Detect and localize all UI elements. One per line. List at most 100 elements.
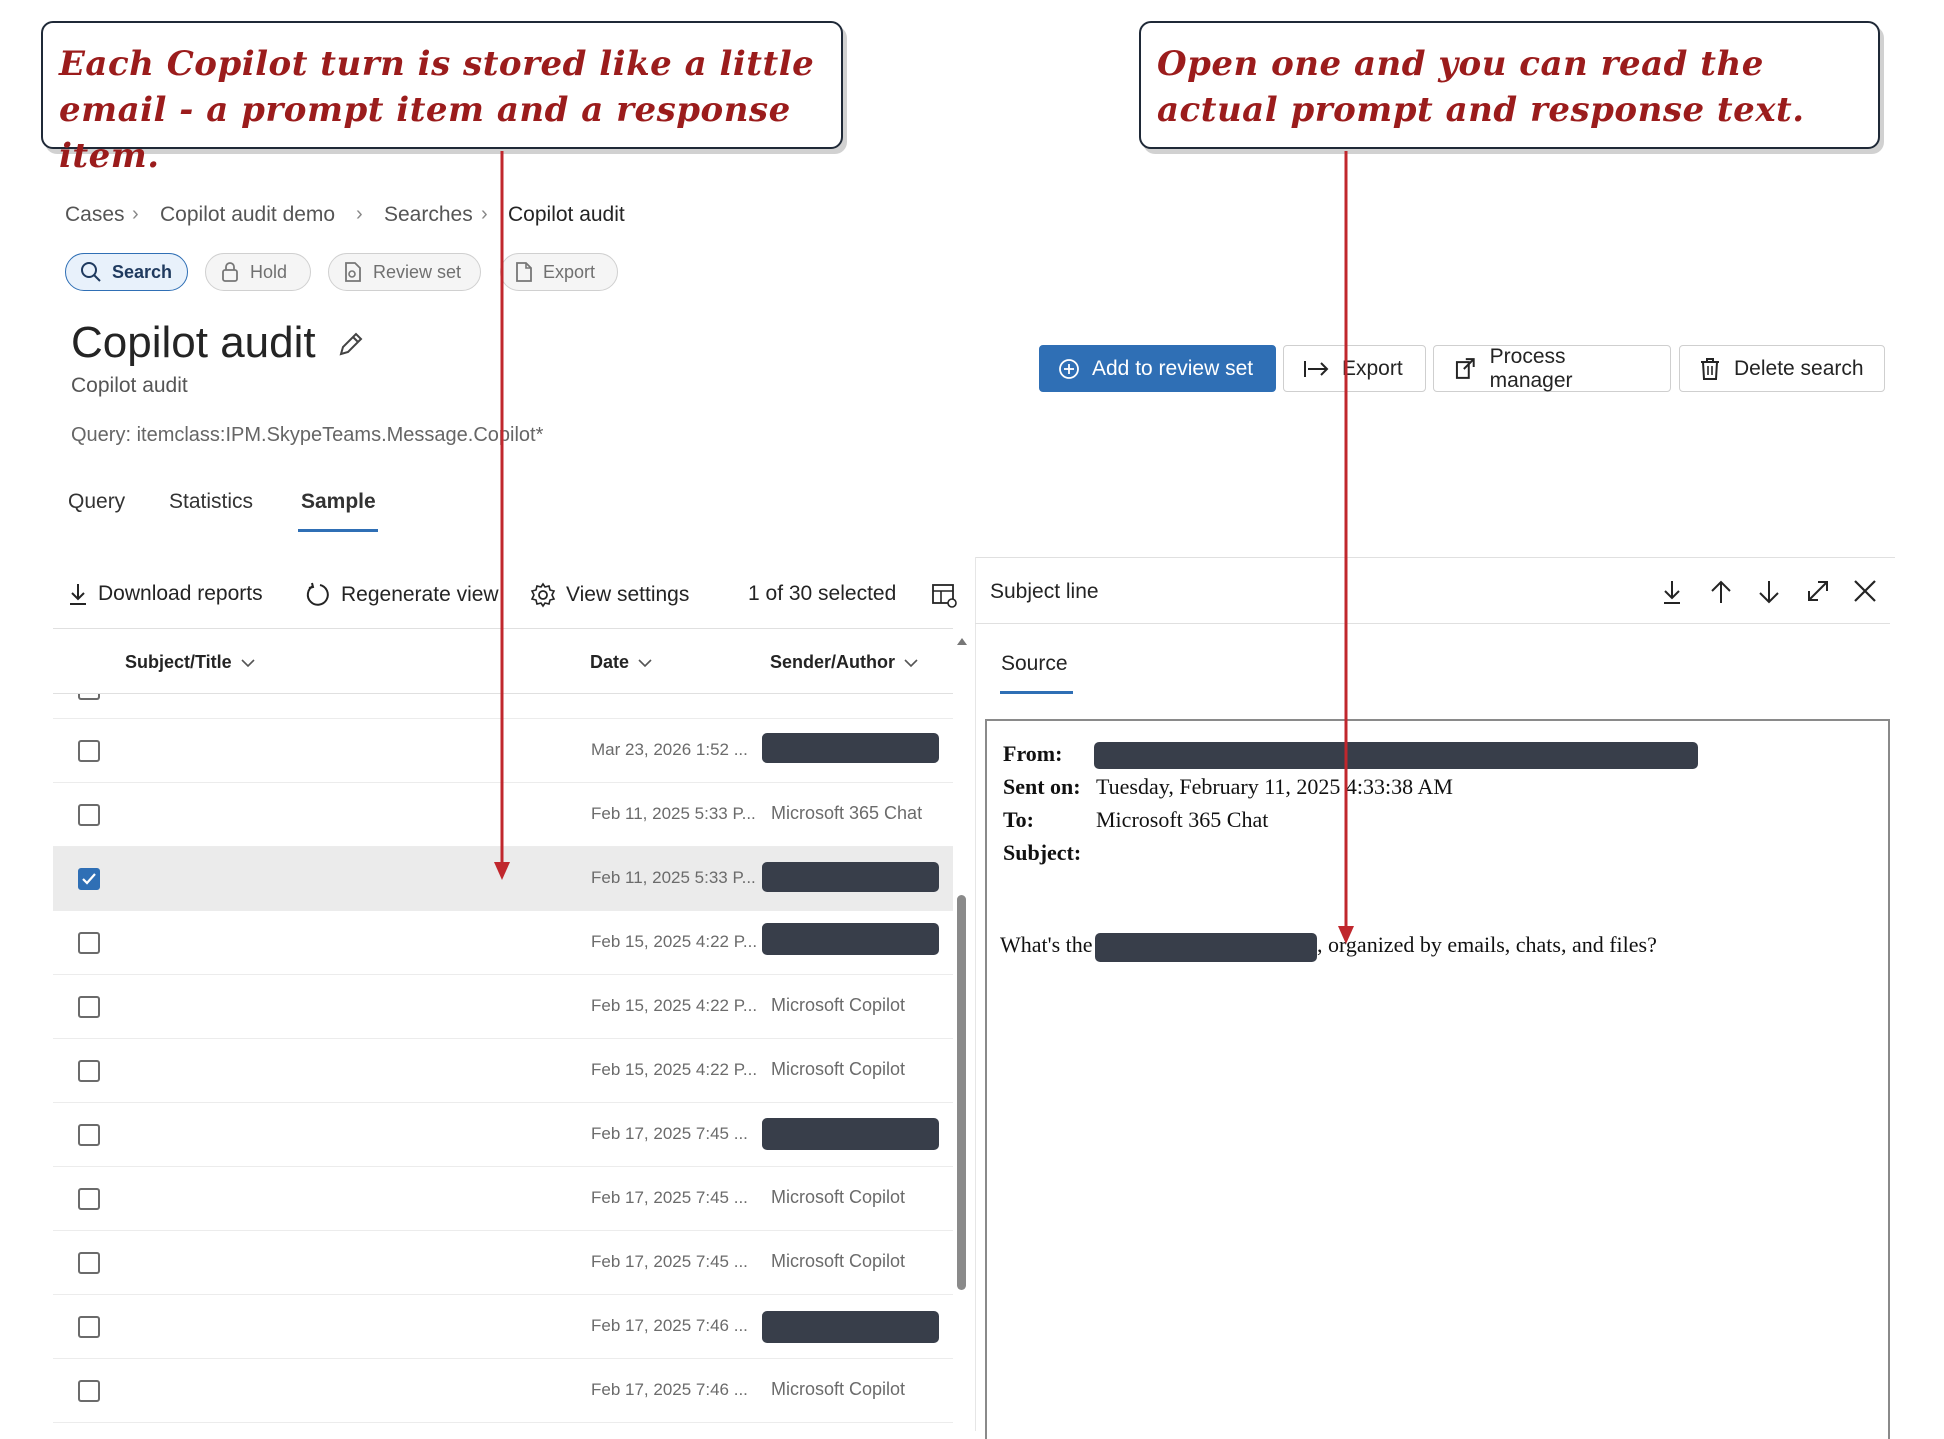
download-icon [70,584,86,605]
chevron-down-icon [241,658,255,667]
row-checkbox[interactable] [78,1124,100,1146]
download-icon[interactable] [1661,578,1683,606]
checkmark-icon [82,873,96,885]
export-button[interactable]: Export [1283,345,1426,392]
table-row[interactable]: Feb 17, 2025 7:46 ... Microsoft Copilot [53,1359,953,1423]
prompt-text-end: , organized by emails, chats, and files? [1317,932,1657,957]
table-row[interactable]: Mar 23, 2026 1:52 ... [53,719,953,783]
breadcrumb-case[interactable]: Copilot audit demo [160,203,335,227]
table-row[interactable]: Feb 15, 2025 4:22 P... Microsoft Copilot [53,1039,953,1103]
pencil-icon[interactable] [337,330,365,358]
tab-search-label: Search [112,261,173,282]
regenerate-view-button[interactable]: Regenerate view [305,582,499,608]
regenerate-view-label: Regenerate view [341,583,499,606]
row-date: Feb 17, 2025 7:45 ... [591,1188,748,1207]
to-label: To: [1003,807,1034,832]
scroll-up-arrow-icon[interactable] [955,635,969,647]
table-row[interactable]: Feb 17, 2025 7:45 ... [53,1103,953,1167]
query-text: Query: itemclass:IPM.SkypeTeams.Message.… [71,424,544,446]
column-header-subject[interactable]: Subject/Title [125,652,256,673]
lock-icon [222,262,238,282]
row-date: Feb 11, 2025 5:33 P... [591,868,756,887]
table-row[interactable]: Feb 15, 2025 4:22 P... Microsoft Copilot [53,975,953,1039]
tab-export[interactable]: Export [500,253,618,291]
panel-left-border [975,557,976,1431]
row-date: Feb 17, 2025 7:46 ... [591,1380,748,1399]
redacted-sender [762,923,939,955]
tab-hold-label: Hold [250,261,288,282]
close-icon[interactable] [1852,578,1878,604]
panel-header-divider [975,623,1890,624]
tab-hold[interactable]: Hold [205,253,311,291]
delete-search-label: Delete search [1734,356,1864,380]
column-header-sender[interactable]: Sender/Author [770,652,919,673]
view-settings-button[interactable]: View settings [530,582,689,608]
arrow-down-icon[interactable] [1757,578,1781,606]
column-sender-label: Sender/Author [770,652,896,672]
delete-search-button[interactable]: Delete search [1679,345,1885,392]
process-manager-button[interactable]: Process manager [1433,345,1671,392]
row-sender: Microsoft Copilot [771,1379,906,1399]
column-subject-label: Subject/Title [125,652,232,672]
table-row[interactable]: Feb 17, 2025 7:45 ... Microsoft Copilot [53,1167,953,1231]
page-title: Copilot audit [71,318,316,368]
tab-review-set[interactable]: Review set [328,253,481,291]
row-checkbox-partial[interactable] [78,694,100,700]
expand-icon[interactable] [1805,578,1831,604]
row-checkbox[interactable] [78,1060,100,1082]
export-label: Export [1342,356,1403,380]
table-row[interactable]: Feb 17, 2025 7:45 ... Microsoft Copilot [53,1231,953,1295]
breadcrumb-searches[interactable]: Searches [384,203,473,227]
table-row[interactable]: Feb 15, 2025 4:22 P... [53,911,953,975]
row-date: Feb 11, 2025 5:33 P... [591,804,756,823]
tab-export-label: Export [543,261,596,282]
add-to-review-set-label: Add to review set [1092,356,1254,380]
tab-active-indicator [298,529,378,532]
row-checkbox[interactable] [78,996,100,1018]
add-to-review-set-button[interactable]: Add to review set [1039,345,1276,392]
process-manager-label: Process manager [1489,344,1573,392]
row-date: Feb 15, 2025 4:22 P... [591,1060,758,1079]
row-checkbox[interactable] [78,932,100,954]
download-reports-button[interactable]: Download reports [68,582,263,606]
annotation-right-text: Open one and you can read the actual pro… [1157,44,1805,130]
table-row[interactable]: Feb 11, 2025 5:33 P... Microsoft 365 Cha… [53,783,953,847]
toolbar-divider [53,628,953,629]
document-search-icon [345,262,361,282]
row-checkbox[interactable] [78,804,100,826]
redacted-sender [762,733,939,763]
arrow-up-icon[interactable] [1709,578,1733,606]
from-label: From: [1003,741,1063,766]
row-sender: Microsoft 365 Chat [771,803,923,823]
tab-sample[interactable]: Sample [301,490,376,514]
page-title-text: Copilot audit [71,318,316,367]
table-row[interactable]: Feb 17, 2025 7:46 ... [53,1295,953,1359]
row-checkbox[interactable] [78,1380,100,1402]
tab-source[interactable]: Source [1001,652,1068,676]
row-checkbox-checked[interactable] [78,868,100,890]
row-date: Feb 17, 2025 7:45 ... [591,1124,748,1143]
redacted-sender [762,1311,939,1343]
tab-statistics[interactable]: Statistics [169,490,253,514]
row-date: Feb 15, 2025 4:22 P... [591,932,758,951]
breadcrumb-cases[interactable]: Cases [65,203,125,227]
row-checkbox[interactable] [78,740,100,762]
subject-label: Subject: [1003,840,1082,865]
column-header-date[interactable]: Date [590,652,653,673]
row-checkbox[interactable] [78,1252,100,1274]
document-icon [516,262,532,282]
table-row-selected[interactable]: Feb 11, 2025 5:33 P... [53,847,953,911]
row-date: Feb 17, 2025 7:46 ... [591,1316,748,1335]
chevron-right-icon: › [481,203,488,225]
column-options-icon[interactable] [930,581,958,609]
add-circle-icon [1059,358,1079,379]
panel-top-border [975,557,1895,558]
row-date: Feb 15, 2025 4:22 P... [591,996,758,1015]
annotation-callout-left: Each Copilot turn is stored like a littl… [41,21,843,176]
row-checkbox[interactable] [78,1188,100,1210]
scrollbar-thumb[interactable] [957,895,966,1290]
tab-search[interactable]: Search [65,253,188,291]
row-checkbox[interactable] [78,1316,100,1338]
row-date: Feb 17, 2025 7:45 ... [591,1252,748,1271]
tab-query[interactable]: Query [68,490,125,514]
